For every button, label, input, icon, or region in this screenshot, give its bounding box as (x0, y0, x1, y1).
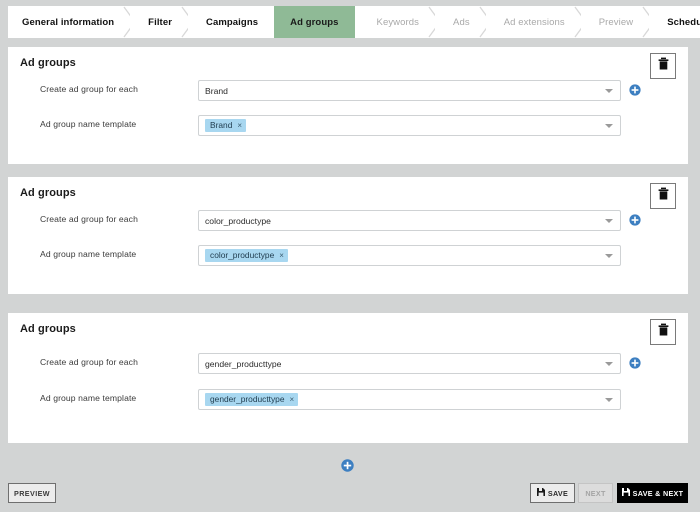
tab-ads[interactable]: Ads (435, 6, 492, 38)
delete-ad-group-button[interactable] (650, 183, 676, 209)
preview-button[interactable]: PREVIEW (8, 483, 56, 503)
trash-icon (658, 187, 669, 205)
tab-general-information[interactable]: General information (8, 6, 136, 38)
template-chip-label: color_productype (210, 250, 275, 261)
ad-group-name-template-select[interactable]: color_productype × (198, 245, 621, 266)
floppy-disk-icon (536, 488, 545, 498)
ad-group-name-template-row: Ad group name template gender_producttyp… (8, 389, 688, 411)
next-button: NEXT (578, 483, 613, 503)
tab-label: Filter (148, 16, 172, 28)
add-ad-group-row-button[interactable] (629, 357, 641, 369)
remove-chip-icon[interactable]: × (279, 251, 284, 260)
create-ad-group-value: color_productype (205, 215, 271, 226)
next-button-label: NEXT (585, 488, 606, 498)
ad-group-name-template-select[interactable]: Brand × (198, 115, 621, 136)
create-ad-group-select[interactable]: color_productype (198, 210, 621, 231)
save-and-next-button[interactable]: SAVE & NEXT (617, 483, 688, 503)
template-chip-label: Brand (210, 120, 233, 131)
tab-label: General information (22, 16, 115, 28)
caret-down-icon (605, 88, 613, 93)
caret-down-icon (605, 123, 613, 128)
tab-label: Campaigns (206, 16, 259, 28)
ad-group-card: Ad groups Create ad group for each gende… (8, 313, 688, 443)
caret-down-icon (605, 361, 613, 366)
create-ad-group-label: Create ad group for each (40, 357, 138, 367)
floppy-disk-icon (621, 488, 630, 498)
create-ad-group-row: Create ad group for each color_productyp… (8, 210, 688, 232)
caret-down-icon (605, 253, 613, 258)
create-ad-group-row: Create ad group for each gender_productt… (8, 353, 688, 375)
tab-scheduling[interactable]: Scheduling (649, 6, 700, 38)
create-ad-group-value: gender_producttype (205, 358, 282, 369)
add-ad-group-card-button[interactable] (341, 459, 354, 472)
card-title: Ad groups (20, 323, 76, 335)
trash-icon (658, 57, 669, 75)
save-button[interactable]: SAVE (530, 483, 575, 503)
delete-ad-group-button[interactable] (650, 319, 676, 345)
tab-label: Ad groups (290, 16, 339, 28)
create-ad-group-select[interactable]: gender_producttype (198, 353, 621, 374)
ad-group-name-template-label: Ad group name template (40, 249, 137, 259)
tab-ad-groups[interactable]: Ad groups (274, 6, 367, 38)
ad-group-name-template-label: Ad group name template (40, 393, 137, 403)
tab-campaigns[interactable]: Campaigns (188, 6, 275, 38)
ad-group-name-template-row: Ad group name template Brand × (8, 115, 688, 137)
tab-preview[interactable]: Preview (580, 6, 655, 38)
remove-chip-icon[interactable]: × (290, 395, 295, 404)
tab-keywords[interactable]: Keywords (354, 6, 441, 38)
trash-icon (658, 323, 669, 341)
card-title: Ad groups (20, 57, 76, 69)
tab-label: Preview (598, 16, 634, 28)
ad-group-name-template-row: Ad group name template color_productype … (8, 245, 688, 267)
create-ad-group-label: Create ad group for each (40, 214, 138, 224)
template-chip-label: gender_producttype (210, 394, 285, 405)
ad-group-name-template-label: Ad group name template (40, 119, 137, 129)
create-ad-group-label: Create ad group for each (40, 84, 138, 94)
create-ad-group-row: Create ad group for each Brand (8, 80, 688, 102)
caret-down-icon (605, 397, 613, 402)
add-ad-group-row-button[interactable] (629, 214, 641, 226)
template-chip[interactable]: Brand × (205, 119, 247, 132)
template-chip[interactable]: gender_producttype × (205, 393, 299, 406)
tab-filter[interactable]: Filter (130, 6, 194, 38)
save-button-label: SAVE (547, 488, 569, 498)
tab-label: Scheduling (667, 16, 700, 28)
ad-group-card: Ad groups Create ad group for each color… (8, 177, 688, 294)
ad-groups-wizard-page: General information Filter Campaigns Ad … (0, 0, 700, 512)
wizard-step-tabs: General information Filter Campaigns Ad … (8, 6, 700, 38)
ad-group-name-template-select[interactable]: gender_producttype × (198, 389, 621, 410)
create-ad-group-value: Brand (205, 85, 228, 96)
tab-label: Ad extensions (503, 16, 565, 28)
ad-group-card: Ad groups Create ad group for each Brand (8, 47, 688, 164)
create-ad-group-select[interactable]: Brand (198, 80, 621, 101)
tab-label: Keywords (376, 16, 420, 28)
tab-label: Ads (453, 16, 470, 28)
remove-chip-icon[interactable]: × (237, 121, 242, 130)
card-title: Ad groups (20, 187, 76, 199)
tab-ad-extensions[interactable]: Ad extensions (485, 6, 587, 38)
delete-ad-group-button[interactable] (650, 53, 676, 79)
template-chip[interactable]: color_productype × (205, 249, 288, 262)
caret-down-icon (605, 218, 613, 223)
save-and-next-button-label: SAVE & NEXT (632, 488, 684, 498)
add-ad-group-row-button[interactable] (629, 84, 641, 96)
preview-button-label: PREVIEW (14, 488, 50, 498)
